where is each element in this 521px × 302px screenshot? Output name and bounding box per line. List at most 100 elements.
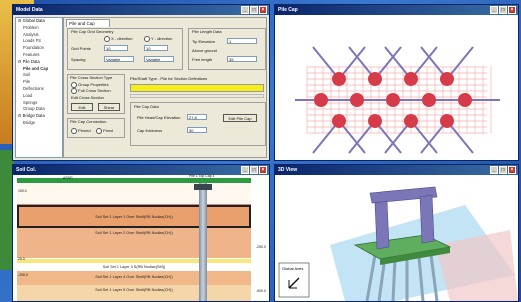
tree-item[interactable]: Loads FS	[16, 38, 62, 45]
close-button[interactable]: ×	[259, 6, 267, 14]
grid-points-x-field[interactable]: 10	[104, 45, 128, 51]
right-elev-label: -500.0	[256, 289, 266, 293]
spacing-y-select[interactable]: Variable	[144, 56, 174, 62]
minimize-button[interactable]: _	[490, 166, 498, 174]
model-data-titlebar[interactable]: Model Data _ □ ×	[13, 5, 269, 15]
maximize-button[interactable]: □	[250, 6, 258, 14]
pile-cap-connection-group: Pile Cap Connection Pinned Fixed	[67, 118, 125, 138]
full-cross-section-option: Full Cross Section	[71, 88, 111, 94]
tree-item[interactable]: ⊟ Bridge Data	[16, 113, 62, 120]
edit-cross-section-button[interactable]: Edit	[71, 103, 93, 111]
cap-elevation-field[interactable]: 27.8	[187, 114, 207, 120]
pile-length-group: Pile Length Data Tip Elevation 1 Above g…	[188, 28, 266, 70]
pile-cap-block	[194, 184, 212, 190]
minimize-button[interactable]: _	[490, 6, 498, 14]
free-length-field[interactable]: 35	[227, 56, 257, 62]
tree-item[interactable]: Deflections	[16, 86, 62, 93]
window-title: Soil Col.	[16, 167, 36, 173]
soil-profile-window: Soil Col. _ □ × ASDP Pile 1 Top Cap 1 So…	[12, 164, 270, 302]
pile-cap-titlebar[interactable]: Pile Cap _ □ ×	[275, 5, 518, 15]
grid-points-label: Grid Points	[71, 46, 91, 51]
group-title: Pile Cap Connection	[70, 119, 107, 124]
spacing-label: Spacing	[71, 57, 86, 62]
pile-marker	[368, 114, 382, 128]
tree-item[interactable]: Pile	[16, 79, 62, 86]
pile-marker	[350, 93, 364, 107]
tree-item[interactable]: Analysis	[16, 32, 62, 39]
tree-item[interactable]: Pile and Cap	[16, 66, 62, 73]
soil-layer-band-3	[17, 259, 251, 263]
x-direction-radio[interactable]	[104, 36, 110, 42]
group-title: Pile Cap Grid Geometry	[71, 29, 114, 34]
cap-thickness-field[interactable]: 30	[187, 127, 207, 133]
3d-model-view: Global Axes	[278, 186, 518, 301]
shear-button[interactable]: Shear	[98, 103, 120, 111]
maximize-button[interactable]: □	[250, 166, 258, 174]
minimize-button[interactable]: _	[241, 6, 249, 14]
close-button[interactable]: ×	[259, 166, 267, 174]
cross-section-group: Pile Cross Section Type Group Properties…	[67, 74, 125, 114]
cap-elevation-label: Pile Head/Cap Elevation	[137, 115, 181, 120]
pile-marker	[332, 114, 346, 128]
soil-layer-1	[17, 184, 251, 205]
tree-item[interactable]: Foundation	[16, 45, 62, 52]
edit-cross-section-label: Edit Cross Section	[71, 95, 104, 100]
pinned-option: Pinned	[71, 128, 91, 134]
window-title: 3D View	[278, 167, 298, 173]
pile-marker	[404, 72, 418, 86]
tree-item[interactable]: Features	[16, 52, 62, 59]
tree-item[interactable]: Group Data	[16, 106, 62, 113]
fixed-radio[interactable]	[96, 128, 102, 134]
pile-cap-window: Pile Cap _ □ ×	[274, 4, 519, 161]
tree-item[interactable]: ⊟ Global Data	[16, 18, 62, 25]
left-elev-label: 100.0	[18, 189, 27, 193]
pile-marker	[404, 114, 418, 128]
spacing-x-select[interactable]: Variable	[104, 56, 134, 62]
pile-marker	[422, 93, 436, 107]
tree-item[interactable]: Soil	[16, 72, 62, 79]
tab-pile-and-cap[interactable]: Pile and Cap	[66, 19, 110, 27]
tree-item[interactable]: Bridge	[16, 120, 62, 127]
x-direction-label: X - direction	[104, 36, 132, 42]
shell-type-label: Pile/Shaft Type - Pile for Section Defin…	[130, 76, 208, 81]
tree-item[interactable]: Problem	[16, 25, 62, 32]
y-direction-label: Y - direction	[144, 36, 172, 42]
tip-elevation-field[interactable]: 1	[227, 38, 257, 44]
soil-layer-3-text: Soil Set 1 Layer 3 S(RB Nodiax(SM))	[102, 265, 166, 269]
3d-view-window: 3D View _ □ × Global Axes	[274, 164, 519, 302]
group-title: Pile Cap Data	[134, 104, 159, 109]
above-ground-label: Above ground	[192, 48, 217, 53]
pile-marker	[386, 93, 400, 107]
pile-marker	[440, 114, 454, 128]
pile-marker	[440, 72, 454, 86]
pinned-radio[interactable]	[71, 128, 77, 134]
right-elev-label: -250.0	[256, 245, 266, 249]
tree-item[interactable]: Load	[16, 93, 62, 100]
minimize-button[interactable]: _	[241, 166, 249, 174]
maximize-button[interactable]: □	[499, 6, 507, 14]
3d-view-titlebar[interactable]: 3D View _ □ ×	[275, 165, 518, 175]
window-title: Pile Cap	[278, 7, 298, 13]
tree-item[interactable]: ⊟ Pile Data	[16, 59, 62, 66]
tree-item[interactable]: Springs	[16, 100, 62, 107]
group-title: Pile Cross Section Type	[70, 75, 113, 80]
grid-points-y-field[interactable]: 10	[144, 45, 168, 51]
full-cross-section-radio[interactable]	[71, 88, 77, 94]
pile-marker	[314, 93, 328, 107]
close-button[interactable]: ×	[508, 166, 516, 174]
close-button[interactable]: ×	[508, 6, 516, 14]
soil-profile-titlebar[interactable]: Soil Col. _ □ ×	[13, 165, 269, 175]
soil-header-left: ASDP	[63, 176, 73, 180]
maximize-button[interactable]: □	[499, 166, 507, 174]
navigation-tree: ⊟ Global Data Problem Analysis Loads FS Foun…	[15, 17, 63, 158]
edit-pile-cap-button[interactable]: Edit Pile Cap	[223, 114, 257, 122]
y-direction-radio[interactable]	[144, 36, 150, 42]
soil-layer-1-text: Soil Set 1 Layer 1 Over Shell(RB Nodiax(…	[95, 215, 173, 219]
pile-marker	[458, 93, 472, 107]
pile-marker	[368, 72, 382, 86]
pile-cap-data-group: Pile Cap Data Pile Head/Cap Elevation 27…	[130, 102, 266, 146]
shell-type-select[interactable]	[130, 84, 264, 92]
model-data-window: Model Data _ □ × ⊟ Global Data Problem Ana…	[12, 4, 270, 161]
left-elev-label: 20.0	[18, 257, 25, 261]
cap-geometry-group: Pile Cap Grid Geometry X - direction Y -…	[67, 28, 183, 70]
